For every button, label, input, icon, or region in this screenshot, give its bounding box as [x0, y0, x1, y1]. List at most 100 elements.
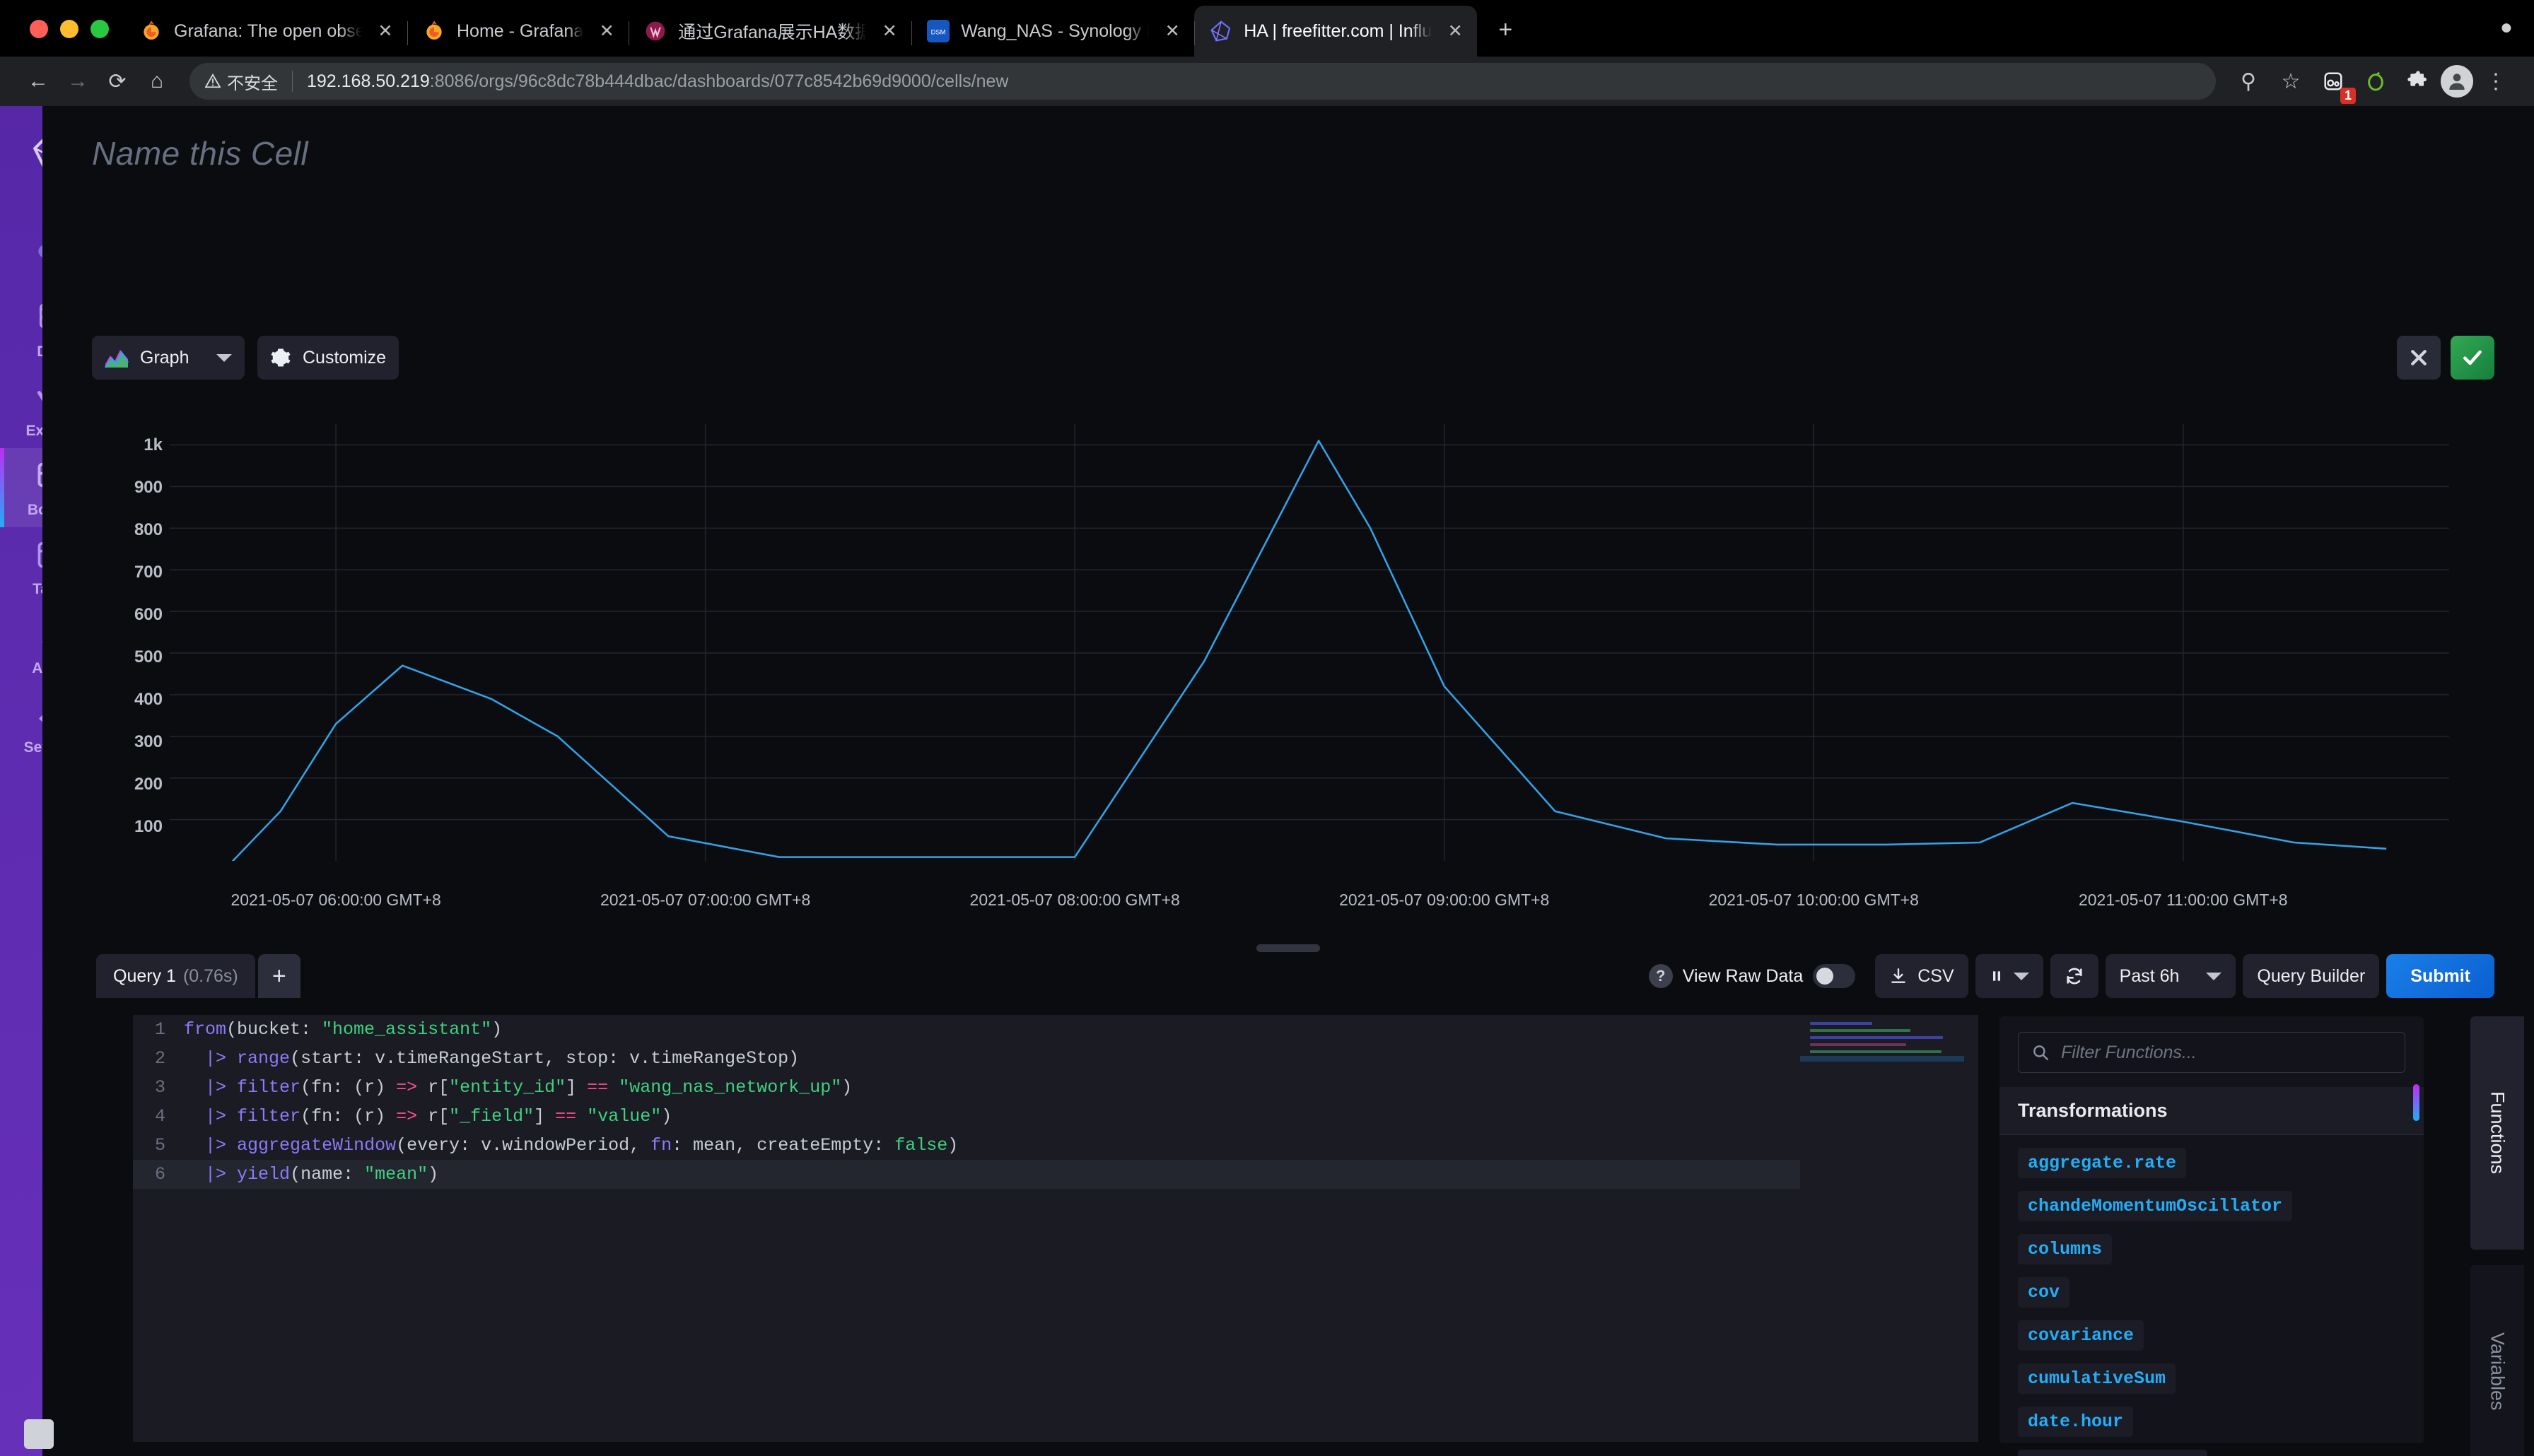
- flux-script-editor[interactable]: 1 from(bucket: "home_assistant") 2 |> rang…: [133, 1015, 1894, 1442]
- star-icon[interactable]: ☆: [2271, 61, 2311, 101]
- function-item[interactable]: cov: [2018, 1277, 2070, 1308]
- query-builder-button[interactable]: Query Builder: [2243, 954, 2380, 998]
- lime-extension-icon[interactable]: [2356, 61, 2395, 101]
- forward-arrow-icon[interactable]: →: [58, 61, 98, 101]
- tab-close-icon[interactable]: ✕: [595, 19, 619, 43]
- refresh-icon: [2067, 968, 2082, 985]
- add-query-button[interactable]: +: [257, 954, 300, 998]
- tab-close-icon[interactable]: ✕: [877, 19, 901, 43]
- chart-y-tick: 300: [134, 732, 163, 751]
- chart-y-tick: 500: [134, 647, 163, 667]
- browser-tab-title: Grafana: The open observability platform: [174, 20, 362, 41]
- editor-line[interactable]: 5 |> aggregateWindow(every: v.windowPeri…: [133, 1131, 1894, 1160]
- function-row: columns: [2018, 1234, 2405, 1277]
- address-bar[interactable]: 不安全 192.168.50.219:8086/orgs/96c8dc78b44…: [189, 63, 2216, 100]
- extension-badge-icon[interactable]: 1: [2313, 61, 2356, 104]
- pause-icon: [1992, 971, 2000, 981]
- home-icon[interactable]: ⌂: [137, 61, 177, 101]
- editor-line-code: |> aggregateWindow(every: v.windowPeriod…: [205, 1135, 959, 1156]
- security-status[interactable]: 不安全: [205, 69, 278, 94]
- browser-toolbar: ← → ⟳ ⌂ 不安全 192.168.50.219:8086/orgs/96c…: [0, 57, 2534, 106]
- chart-y-axis: 100 200 300 400 500 600 700 800 900 1k: [85, 424, 163, 869]
- minimap-line: [1810, 1036, 1943, 1039]
- search-icon: [2033, 1045, 2048, 1060]
- filter-functions-input[interactable]: Filter Functions...: [2018, 1032, 2405, 1073]
- function-item[interactable]: columns: [2018, 1234, 2113, 1264]
- editor-line[interactable]: 3 |> filter(fn: (r) => r["entity_id"] ==…: [133, 1073, 1894, 1102]
- tab-close-icon[interactable]: ✕: [1443, 19, 1467, 43]
- window-maximize-button[interactable]: [90, 20, 109, 38]
- window-minimize-button[interactable]: [60, 20, 78, 38]
- editor-line[interactable]: 1 from(bucket: "home_assistant"): [133, 1015, 1894, 1044]
- function-item[interactable]: covariance: [2018, 1320, 2144, 1351]
- cell-name-input[interactable]: Name this Cell: [92, 134, 308, 172]
- chart-y-tick: 800: [134, 520, 163, 539]
- window-controls[interactable]: ●: [2500, 16, 2534, 57]
- window-close-button[interactable]: [30, 20, 48, 38]
- auto-refresh-dropdown[interactable]: [1975, 954, 2043, 998]
- customize-label: Customize: [303, 347, 387, 368]
- save-button[interactable]: [2451, 336, 2494, 380]
- taskbar-app-icon[interactable]: [24, 1419, 54, 1449]
- browser-tab[interactable]: Home - Grafana ✕: [407, 6, 629, 57]
- os-taskbar: [0, 1414, 2534, 1456]
- url-text: 192.168.50.219:8086/orgs/96c8dc78b444dba…: [307, 71, 1008, 92]
- toolbar-actions: ⚲ ☆ 1 ⋮: [2229, 61, 2516, 104]
- editor-line-code: |> filter(fn: (r) => r["_field"] == "val…: [205, 1106, 672, 1127]
- browser-tab[interactable]: 通过Grafana展示HA数据 | 宁静致远 ✕: [629, 6, 911, 57]
- editor-minimap[interactable]: [1800, 1015, 1978, 1442]
- tab-close-icon[interactable]: ✕: [373, 19, 397, 43]
- minimap-line: [1810, 1043, 1906, 1046]
- functions-section-title: Transformations: [1999, 1087, 2424, 1135]
- tab-close-icon[interactable]: ✕: [1160, 19, 1184, 43]
- chart-y-tick: 200: [134, 775, 163, 794]
- csv-download-button[interactable]: CSV: [1875, 954, 1968, 998]
- customize-button[interactable]: Customize: [257, 336, 399, 380]
- cancel-button[interactable]: [2397, 336, 2441, 380]
- minimap-line: [1810, 1029, 1910, 1032]
- view-raw-data-toggle[interactable]: ? View Raw Data: [1648, 964, 1856, 988]
- panel-resize-handle[interactable]: [1256, 944, 1320, 952]
- browser-tab[interactable]: Grafana: The open observability platform…: [124, 6, 407, 57]
- question-mark-icon[interactable]: ?: [1648, 964, 1673, 988]
- raw-data-switch[interactable]: [1813, 964, 1856, 988]
- grafana-icon: [140, 20, 163, 42]
- function-item[interactable]: aggregate.rate: [2018, 1148, 2187, 1178]
- puzzle-extensions-icon[interactable]: [2398, 61, 2438, 101]
- query-tab-1[interactable]: Query 1 (0.76s): [96, 954, 255, 998]
- functions-scrollbar[interactable]: [2413, 1084, 2419, 1121]
- time-range-dropdown[interactable]: Past 6h: [2105, 954, 2236, 998]
- tab-functions[interactable]: Functions: [2470, 1016, 2524, 1250]
- cell-header-buttons: [2397, 336, 2494, 380]
- viz-type-dropdown[interactable]: Graph: [92, 336, 245, 380]
- profile-avatar-icon[interactable]: [2441, 65, 2473, 98]
- submit-button[interactable]: Submit: [2386, 954, 2494, 998]
- new-tab-button[interactable]: +: [1487, 11, 1524, 48]
- back-arrow-icon[interactable]: ←: [18, 61, 58, 101]
- chart-x-tick: 2021-05-07 10:00:00 GMT+8: [1708, 891, 1919, 909]
- browser-tab[interactable]: HA | freefitter.com | InfluxDB ✕: [1194, 6, 1478, 57]
- editor-line[interactable]: 2 |> range(start: v.timeRangeStart, stop…: [133, 1044, 1894, 1073]
- editor-line[interactable]: 4 |> filter(fn: (r) => r["_field"] == "v…: [133, 1102, 1894, 1131]
- editor-line[interactable]: 6 |> yield(name: "mean"): [133, 1160, 1894, 1189]
- refresh-button[interactable]: [2050, 954, 2098, 998]
- window-traffic-lights[interactable]: [0, 20, 109, 57]
- browser-tab[interactable]: DSM Wang_NAS - Synology DiskStation ✕: [911, 6, 1194, 57]
- time-range-label: Past 6h: [2119, 965, 2180, 986]
- gear-icon: [271, 348, 291, 367]
- key-icon[interactable]: ⚲: [2229, 61, 2268, 101]
- chart-y-tick: 700: [134, 563, 163, 582]
- chart-x-tick: 2021-05-07 09:00:00 GMT+8: [1339, 891, 1550, 909]
- chart-x-tick: 2021-05-07 11:00:00 GMT+8: [2078, 891, 2288, 909]
- editor-line-code: from(bucket: "home_assistant"): [184, 1019, 503, 1040]
- csv-label: CSV: [1917, 965, 1954, 986]
- editor-scrollbar[interactable]: [1966, 1015, 1975, 1442]
- reload-icon[interactable]: ⟳: [98, 61, 137, 101]
- chart-plot-area: [170, 424, 2449, 862]
- filter-functions-placeholder: Filter Functions...: [2061, 1042, 2197, 1062]
- query-toolbar: Query 1 (0.76s) + ? View Raw Data CSV Pa…: [42, 954, 2534, 1001]
- function-item[interactable]: cumulativeSum: [2018, 1363, 2176, 1394]
- function-item[interactable]: chandeMomentumOscillator: [2018, 1191, 2293, 1221]
- function-row: cumulativeSum: [2018, 1363, 2405, 1407]
- kebab-menu-icon[interactable]: ⋮: [2476, 61, 2516, 101]
